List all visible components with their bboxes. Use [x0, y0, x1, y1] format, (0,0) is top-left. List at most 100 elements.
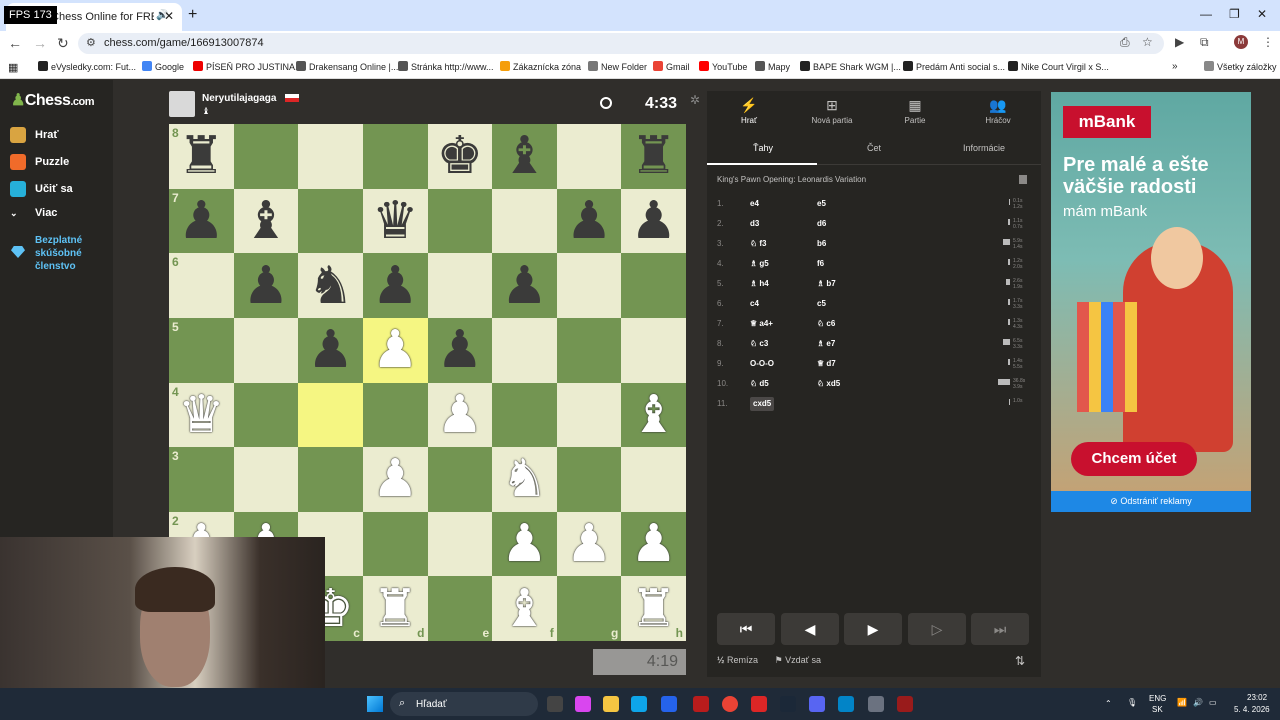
square-b6[interactable]: ♟ — [233, 253, 299, 318]
steam-icon[interactable] — [780, 696, 796, 712]
bookmark-item[interactable]: Mapy — [755, 61, 790, 72]
square-d1[interactable]: d ♜ — [362, 576, 428, 641]
black-pawn-icon[interactable]: ♟ — [298, 318, 363, 383]
tab-games[interactable]: ▦ Partie — [885, 97, 945, 125]
square-e6[interactable] — [427, 253, 493, 318]
square-g7[interactable]: ♟ — [556, 188, 622, 254]
square-f2[interactable]: ♟ — [492, 511, 557, 577]
minimize-icon[interactable]: — — [1200, 7, 1212, 21]
remove-ads-button[interactable]: ⊘ Odstrániť reklamy — [1051, 491, 1251, 512]
close-tab-icon[interactable]: ✕ — [164, 9, 174, 23]
play-icon[interactable]: ▶ — [1175, 35, 1184, 49]
black-move[interactable]: ♗ e7 — [817, 337, 835, 351]
square-e2[interactable] — [427, 511, 493, 577]
back-icon[interactable]: ← — [8, 35, 22, 51]
square-g4[interactable] — [556, 382, 622, 448]
white-knight-icon[interactable]: ♞ — [492, 447, 557, 512]
start-icon[interactable] — [367, 696, 383, 712]
prev-move-button[interactable]: ◀ — [781, 613, 839, 645]
square-a5[interactable]: 5 — [169, 317, 234, 383]
white-pawn-icon[interactable]: ♟ — [363, 447, 428, 512]
new-tab-icon[interactable]: + — [188, 6, 197, 24]
black-pawn-icon[interactable]: ♟ — [428, 318, 493, 383]
sidebar-item-learn[interactable]: Učiť sa — [10, 181, 73, 197]
subtab-moves[interactable]: Ťahy — [753, 143, 773, 153]
bookmark-item[interactable]: Predám Anti social s... — [903, 61, 1005, 72]
outlook-icon[interactable] — [661, 696, 677, 712]
battery-icon[interactable]: ▭ — [1209, 698, 1217, 707]
app-icon[interactable] — [693, 696, 709, 712]
white-pawn-icon[interactable]: ♟ — [621, 512, 686, 577]
square-h1[interactable]: h ♜ — [621, 576, 686, 641]
black-move[interactable]: ♗ b7 — [817, 277, 836, 291]
close-window-icon[interactable]: ✕ — [1257, 7, 1267, 21]
black-pawn-icon[interactable]: ♟ — [492, 253, 557, 318]
white-pawn-icon[interactable]: ♟ — [492, 512, 557, 577]
square-e7[interactable] — [427, 188, 493, 254]
square-b4[interactable] — [233, 382, 299, 448]
square-d4[interactable] — [362, 382, 428, 448]
black-move[interactable]: ♕ d7 — [817, 357, 836, 371]
flip-board-icon[interactable]: ⇅ — [1015, 654, 1025, 668]
black-move[interactable]: ♘ xd5 — [817, 377, 840, 391]
square-g2[interactable]: ♟ — [556, 511, 622, 577]
white-move[interactable]: ♗ h4 — [750, 277, 769, 291]
square-a3[interactable]: 3 — [169, 447, 234, 512]
app2-icon[interactable] — [838, 696, 854, 712]
wifi-icon[interactable]: 📶 — [1177, 698, 1187, 707]
black-move[interactable]: e5 — [817, 197, 826, 211]
black-rook-icon[interactable]: ♜ — [169, 124, 234, 189]
chrome-icon[interactable] — [722, 696, 738, 712]
discord-icon[interactable] — [809, 696, 825, 712]
white-bishop-icon[interactable]: ♝ — [621, 383, 686, 448]
black-bishop-icon[interactable]: ♝ — [492, 124, 557, 189]
square-f1[interactable]: f ♝ — [492, 576, 557, 641]
black-move[interactable]: f6 — [817, 257, 824, 271]
square-h7[interactable]: ♟ — [621, 188, 686, 254]
more-bookmarks-icon[interactable]: » — [1172, 61, 1178, 72]
bookmark-star-icon[interactable]: ☆ — [1142, 35, 1153, 49]
black-queen-icon[interactable]: ♛ — [363, 189, 428, 254]
black-bishop-icon[interactable]: ♝ — [234, 189, 299, 254]
white-pawn-icon[interactable]: ♟ — [557, 512, 622, 577]
tab-new-game[interactable]: ⊞ Nová partia — [802, 97, 862, 125]
lang-bottom[interactable]: SK — [1152, 705, 1163, 714]
black-move[interactable]: ♘ c6 — [817, 317, 835, 331]
square-g3[interactable] — [556, 447, 622, 512]
black-move[interactable]: b6 — [817, 237, 826, 251]
lol-icon[interactable] — [751, 696, 767, 712]
trash-icon[interactable] — [1019, 175, 1027, 184]
white-move[interactable]: cxd5 — [750, 397, 775, 411]
tray-chevron-icon[interactable]: ⌃ — [1105, 699, 1112, 708]
subtab-info[interactable]: Informácie — [963, 143, 1005, 153]
black-king-icon[interactable]: ♚ — [428, 124, 493, 189]
white-rook-icon[interactable]: ♜ — [621, 576, 686, 641]
square-h4[interactable]: ♝ — [621, 382, 686, 448]
bookmark-item[interactable]: Google — [142, 61, 184, 72]
apps-icon[interactable]: ▦ — [8, 61, 18, 74]
square-c4[interactable] — [298, 382, 363, 448]
clock-date[interactable]: 5. 4. 2026 — [1234, 705, 1270, 714]
forward-icon[interactable]: → — [33, 35, 47, 51]
white-move[interactable]: d3 — [750, 217, 759, 231]
black-pawn-icon[interactable]: ♟ — [363, 253, 428, 318]
square-a7[interactable]: 7 ♟ — [169, 188, 234, 254]
square-c6[interactable]: ♞ — [298, 253, 363, 318]
sidebar-item-puzzle[interactable]: Puzzle — [10, 154, 69, 170]
white-move[interactable]: ♗ g5 — [750, 257, 769, 271]
first-move-button[interactable]: ⏮ — [717, 613, 775, 645]
black-pawn-icon[interactable]: ♟ — [557, 189, 622, 254]
square-d2[interactable] — [362, 511, 428, 577]
square-f7[interactable] — [492, 188, 557, 254]
resign-button[interactable]: ⚑ Vzdať sa — [775, 655, 822, 665]
square-e1[interactable]: e — [427, 576, 493, 641]
square-b7[interactable]: ♝ — [233, 188, 299, 254]
square-e5[interactable]: ♟ — [427, 317, 493, 383]
all-bookmarks[interactable]: Všetky záložky — [1204, 61, 1277, 72]
site-info-icon[interactable]: ⚙ — [86, 36, 96, 49]
bookmark-item[interactable]: eVysledky.com: Fut... — [38, 61, 136, 72]
extensions-icon[interactable]: ⧉ — [1200, 35, 1209, 50]
square-g1[interactable]: g — [556, 576, 622, 641]
square-e4[interactable]: ♟ — [427, 382, 493, 448]
menu-icon[interactable]: ⋮ — [1262, 35, 1274, 49]
